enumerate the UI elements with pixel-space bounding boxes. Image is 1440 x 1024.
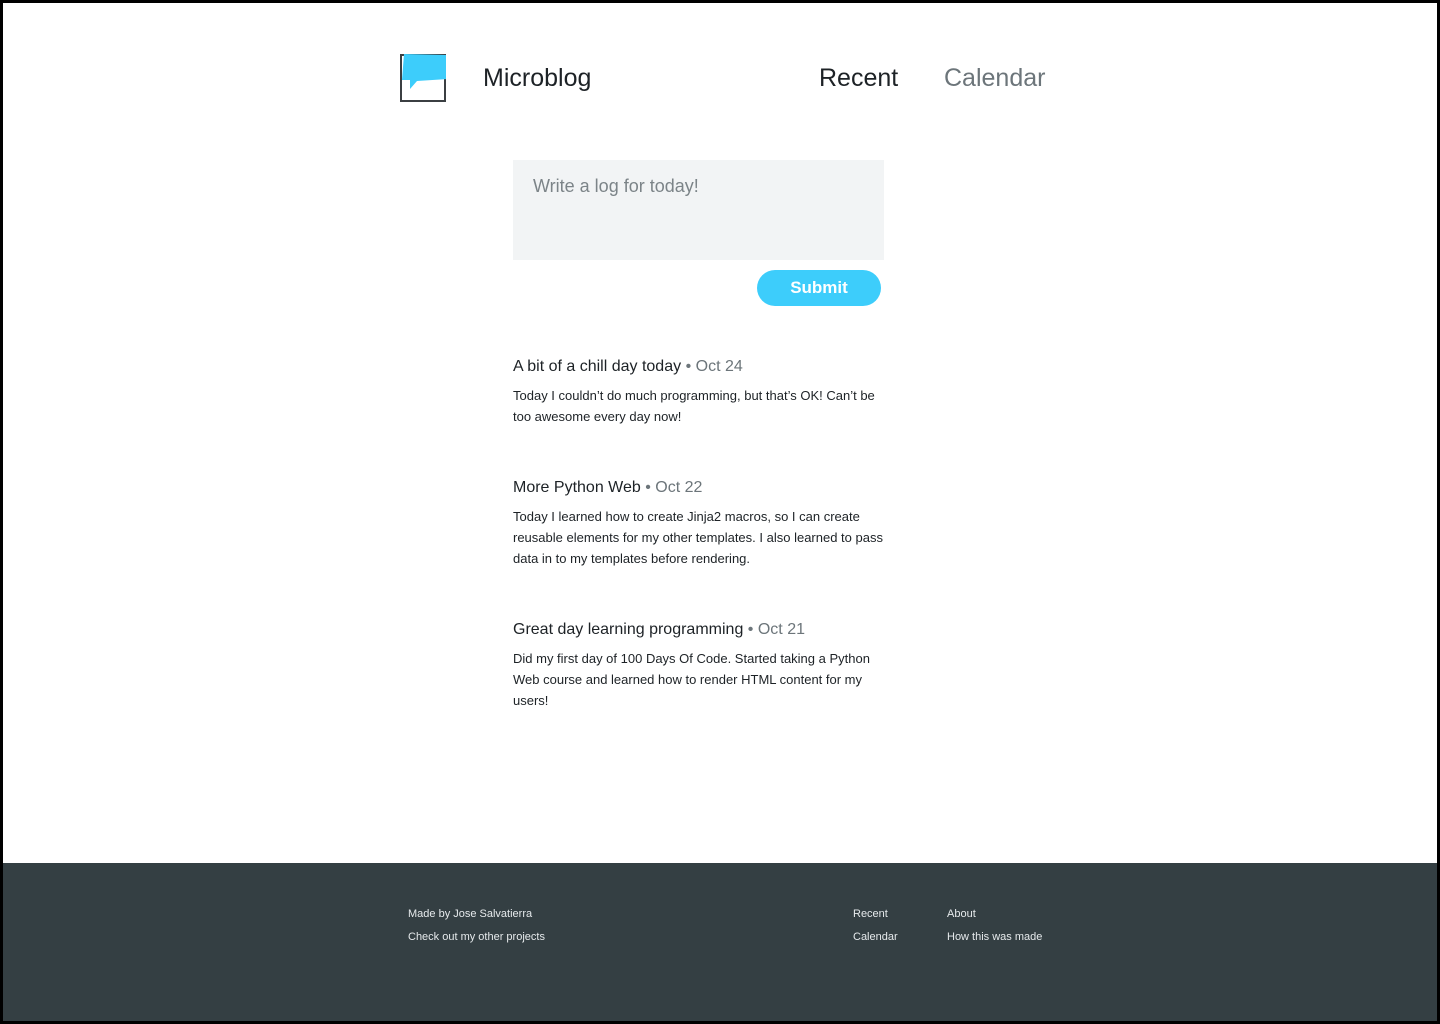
footer: Made by Jose Salvatierra Check out my ot… [3, 863, 1437, 1021]
speech-bubble-icon[interactable] [400, 50, 448, 102]
footer-made-by: Made by Jose Salvatierra [408, 908, 533, 920]
post-entry: More Python Web • Oct 22 Today I learned… [513, 478, 885, 569]
post-date-separator: • [685, 358, 692, 375]
post-heading: A bit of a chill day today • Oct 24 [513, 357, 885, 377]
post-date-separator: • [645, 479, 651, 496]
footer-link-how-made[interactable]: How this was made [947, 930, 1042, 944]
footer-link-recent[interactable]: Recent [853, 907, 888, 921]
post-date: Oct 24 [695, 358, 743, 375]
post-heading: More Python Web • Oct 22 [513, 478, 885, 498]
post-title[interactable]: More Python Web [513, 479, 641, 496]
main-content: Microblog Recent Calendar Submit A bit o… [3, 3, 1437, 859]
post-entry: A bit of a chill day today • Oct 24 Toda… [513, 357, 885, 427]
log-textarea[interactable] [513, 160, 884, 260]
footer-link-calendar[interactable]: Calendar [853, 930, 898, 944]
nav-link-calendar[interactable]: Calendar [944, 61, 1045, 95]
submit-button[interactable]: Submit [757, 270, 881, 306]
browser-frame: Microblog Recent Calendar Submit A bit o… [3, 3, 1437, 1021]
nav-link-recent[interactable]: Recent [819, 61, 898, 95]
post-body: Today I couldn’t do much programming, bu… [513, 388, 875, 424]
post-date-separator: • [747, 621, 754, 638]
post-heading: Great day learning programming • Oct 21 [513, 620, 885, 640]
post-body: Did my first day of 100 Days Of Code. St… [513, 651, 870, 708]
post-entry: Great day learning programming • Oct 21 … [513, 620, 885, 711]
brand-title[interactable]: Microblog [483, 61, 591, 95]
post-title[interactable]: Great day learning programming [513, 621, 743, 638]
post-body: Today I learned how to create Jinja2 mac… [513, 509, 883, 566]
post-date: Oct 22 [655, 479, 703, 496]
post-date: Oct 21 [757, 621, 805, 638]
footer-link-other-projects[interactable]: Check out my other projects [408, 930, 545, 944]
post-title[interactable]: A bit of a chill day today [513, 358, 681, 375]
footer-link-about[interactable]: About [947, 907, 976, 921]
